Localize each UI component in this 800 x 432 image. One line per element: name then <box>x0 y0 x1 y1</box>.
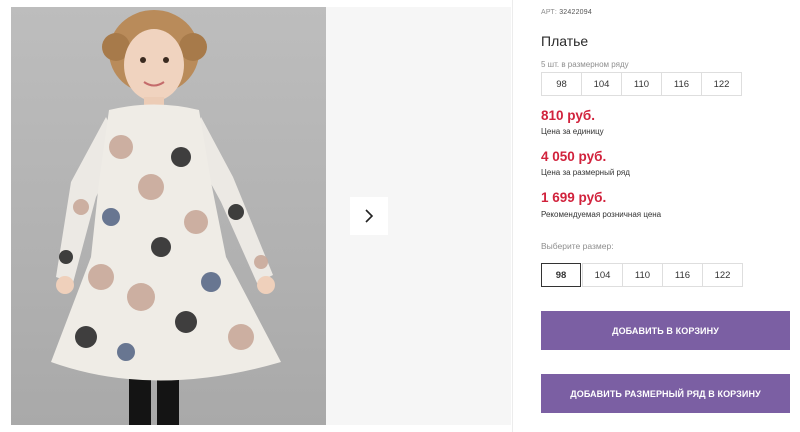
retail-price: 1 699 руб. <box>541 190 607 205</box>
pack-size: 116 <box>661 72 702 96</box>
unit-price-label: Цена за единицу <box>541 127 604 136</box>
size-picker-label: Выберите размер: <box>541 241 614 251</box>
pack-price-label: Цена за размерный ряд <box>541 168 630 177</box>
pack-size: 104 <box>581 72 622 96</box>
pack-note: 5 шт. в размерном ряду <box>541 60 629 69</box>
pack-size: 122 <box>701 72 742 96</box>
chevron-right-icon <box>365 209 374 223</box>
retail-price-label: Рекомендуемая розничная цена <box>541 210 662 219</box>
article-label: АРТ: <box>541 9 558 16</box>
pack-size: 98 <box>541 72 582 96</box>
article-number: АРТ: 32422094 <box>541 9 592 16</box>
size-option-98[interactable]: 98 <box>541 263 581 287</box>
pack-size: 110 <box>621 72 662 96</box>
size-option-110[interactable]: 110 <box>622 263 663 287</box>
size-option-122[interactable]: 122 <box>702 263 743 287</box>
size-option-104[interactable]: 104 <box>582 263 623 287</box>
product-photo[interactable] <box>11 7 326 425</box>
product-title: Платье <box>541 33 589 49</box>
add-to-cart-button[interactable]: ДОБАВИТЬ В КОРЗИНУ <box>541 311 790 350</box>
panel-divider <box>512 0 513 432</box>
gallery-next-button[interactable] <box>350 197 388 235</box>
dress-model-illustration <box>51 10 281 425</box>
unit-price: 810 руб. <box>541 108 595 123</box>
product-gallery <box>0 0 513 432</box>
size-option-116[interactable]: 116 <box>662 263 703 287</box>
pack-price: 4 050 руб. <box>541 149 607 164</box>
size-picker: 98 104 110 116 122 <box>541 263 743 287</box>
pack-sizes-row: 98 104 110 116 122 <box>541 72 742 96</box>
article-value: 32422094 <box>559 9 592 16</box>
add-pack-to-cart-button[interactable]: ДОБАВИТЬ РАЗМЕРНЫЙ РЯД В КОРЗИНУ <box>541 374 790 413</box>
